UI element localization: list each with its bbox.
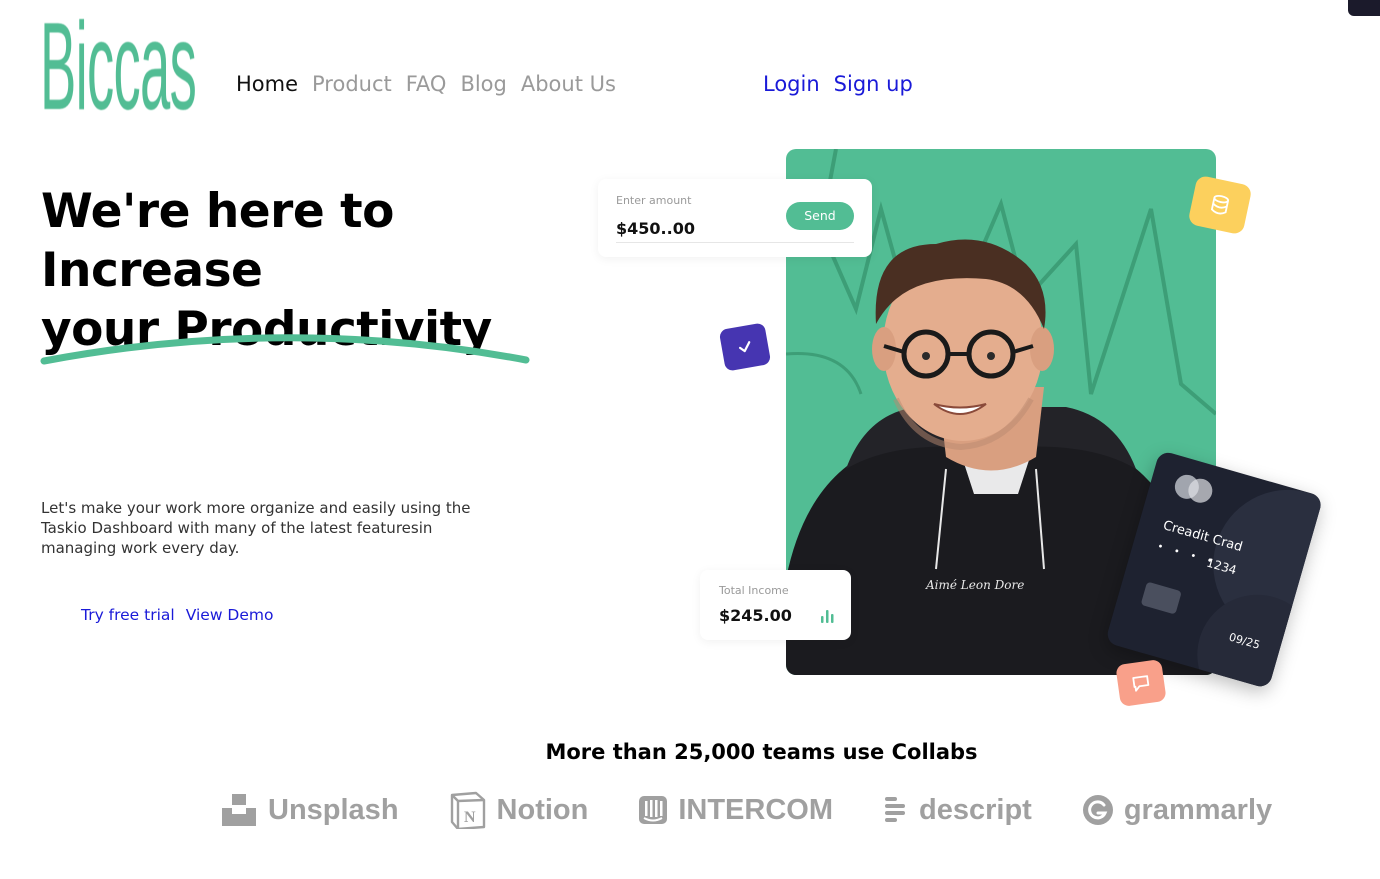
login-link[interactable]: Login	[763, 72, 820, 96]
cta-links: Try free trial View Demo	[81, 606, 273, 624]
nav-blog[interactable]: Blog	[460, 72, 506, 96]
nav-faq[interactable]: FAQ	[406, 72, 447, 96]
database-icon	[1210, 194, 1230, 215]
brand-unsplash: Unsplash	[222, 794, 399, 827]
signup-link[interactable]: Sign up	[834, 72, 913, 96]
brand-unsplash-label: Unsplash	[268, 793, 399, 826]
unsplash-icon	[222, 794, 256, 826]
corner-chip	[1348, 0, 1380, 16]
brand-logos: Unsplash N Notion INTERCOM descript gram…	[222, 788, 1272, 832]
income-label: Total Income	[719, 584, 789, 597]
svg-text:N: N	[464, 809, 476, 826]
intercom-icon	[639, 796, 668, 824]
amount-card: Enter amount $450..00 Send	[598, 179, 872, 257]
amount-value[interactable]: $450..00	[616, 219, 695, 238]
brand-intercom: INTERCOM	[638, 794, 833, 827]
income-card: Total Income $245.00	[700, 570, 851, 640]
amount-label: Enter amount	[616, 194, 692, 207]
check-badge	[718, 322, 772, 372]
card-chip	[1140, 581, 1182, 615]
chat-icon	[1132, 675, 1150, 692]
nav-about-us[interactable]: About Us	[521, 72, 616, 96]
auth-links: Login Sign up	[763, 72, 913, 96]
headline-line-1: We're here to Increase	[41, 184, 394, 298]
brand-intercom-label: INTERCOM	[678, 793, 834, 826]
brand-notion: N Notion	[449, 791, 589, 829]
logo[interactable]: Biccas	[40, 0, 200, 135]
brand-notion-label: Notion	[496, 793, 589, 826]
logo-text: Biccas	[40, 0, 197, 136]
nav-home[interactable]: Home	[236, 72, 298, 96]
bar-chart-icon	[821, 610, 834, 623]
amount-underline	[616, 242, 854, 243]
hoodie-text: Aimé Leon Dore	[925, 578, 1024, 592]
grammarly-icon	[1082, 795, 1113, 825]
check-icon	[738, 341, 751, 353]
main-nav: Home Product FAQ Blog About Us	[236, 72, 616, 96]
nav-product[interactable]: Product	[312, 72, 392, 96]
brand-grammarly: grammarly	[1082, 794, 1272, 827]
chat-badge	[1115, 659, 1167, 707]
view-demo-link[interactable]: View Demo	[186, 606, 274, 624]
brand-descript: descript	[883, 794, 1032, 827]
try-free-trial-link[interactable]: Try free trial	[81, 606, 175, 624]
teams-heading: More than 25,000 teams use Collabs	[545, 740, 978, 764]
income-value: $245.00	[719, 606, 792, 625]
hero-description: Let's make your work more organize and e…	[41, 499, 471, 557]
notion-icon: N	[450, 791, 485, 829]
brand-descript-label: descript	[919, 793, 1032, 826]
brand-grammarly-label: grammarly	[1123, 793, 1273, 826]
descript-icon	[885, 797, 906, 822]
swoosh-underline	[40, 334, 530, 365]
send-button[interactable]: Send	[786, 202, 854, 230]
